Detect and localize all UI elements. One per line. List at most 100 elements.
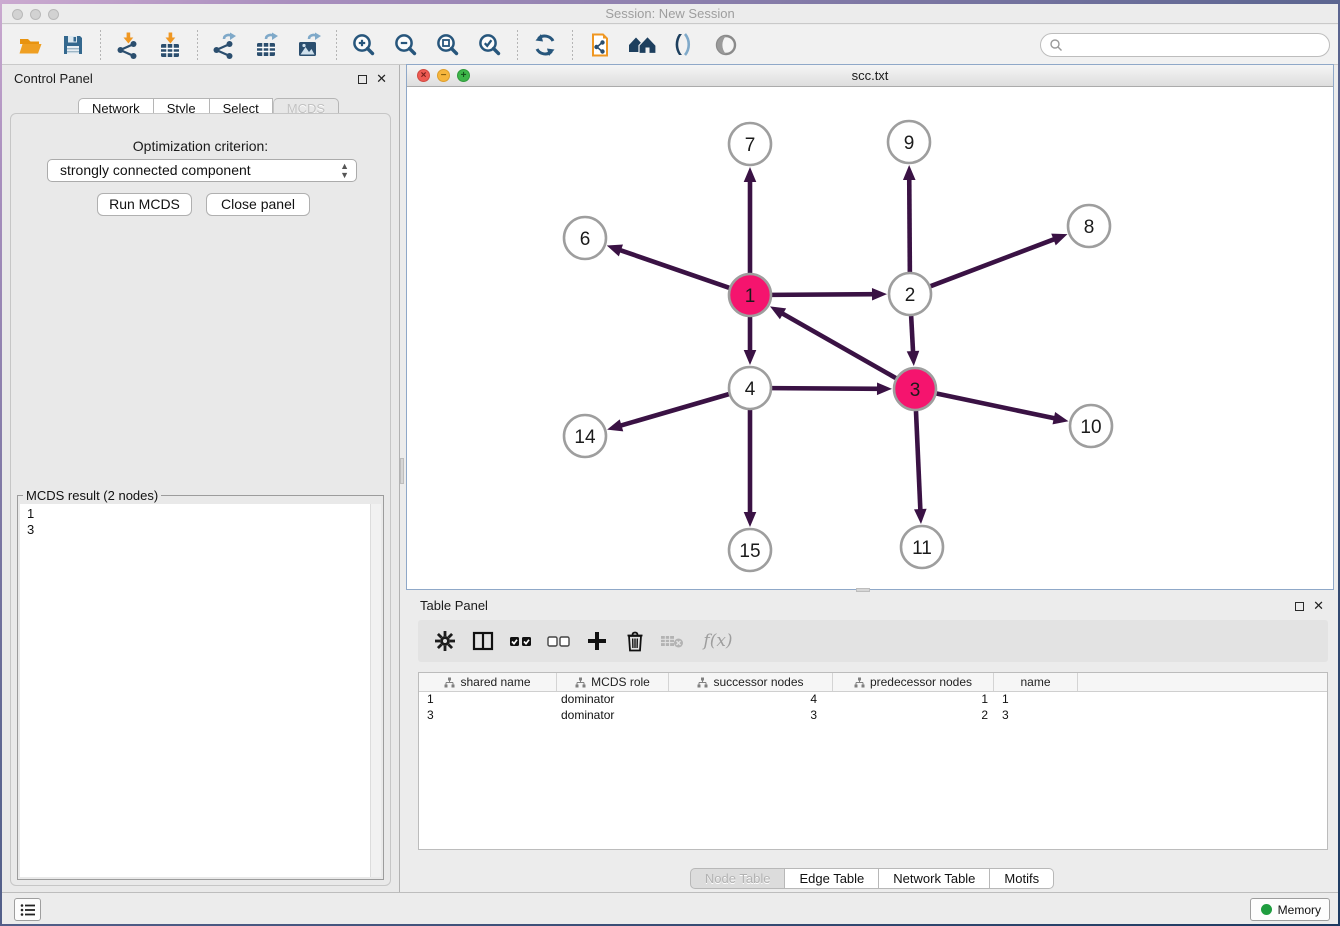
- memory-status-button[interactable]: Memory: [1250, 898, 1330, 921]
- edge-arrowhead: [872, 288, 887, 301]
- graph-edge[interactable]: [780, 312, 895, 378]
- tab-node-table[interactable]: Node Table: [690, 868, 786, 889]
- run-mcds-button[interactable]: Run MCDS: [97, 193, 192, 216]
- show-column-icon[interactable]: [470, 629, 496, 653]
- import-table-from-file-icon[interactable]: [155, 31, 185, 59]
- status-bar: Memory: [2, 892, 1338, 924]
- edge-arrowhead: [744, 512, 757, 527]
- save-session-icon[interactable]: [58, 31, 88, 59]
- attribute-icon: [575, 677, 586, 688]
- export-table-icon[interactable]: [252, 31, 282, 59]
- column-header-name[interactable]: name: [994, 673, 1078, 691]
- criterion-value: strongly connected component: [60, 162, 251, 178]
- zoom-fit-icon[interactable]: [433, 31, 463, 59]
- edge-arrowhead: [744, 350, 757, 365]
- copy-network-view-icon[interactable]: [585, 31, 615, 59]
- node-label: 1: [745, 286, 756, 307]
- network-canvas[interactable]: 7968124314101511: [407, 87, 1333, 589]
- vertical-splitter-handle[interactable]: [400, 458, 404, 484]
- edge-arrowhead: [607, 419, 623, 431]
- table-row[interactable]: 1dominator411: [419, 692, 1327, 708]
- graph-svg[interactable]: 7968124314101511: [407, 87, 1333, 589]
- table-cell: 3: [669, 708, 833, 724]
- table-tabs: Node Table Edge Table Network Table Moti…: [406, 868, 1338, 889]
- unselect-all-icon[interactable]: [546, 629, 572, 653]
- result-line: 1: [27, 506, 381, 522]
- toolbar-separator: [197, 30, 198, 60]
- node-label: 7: [745, 135, 756, 156]
- graph-edge[interactable]: [909, 177, 910, 272]
- float-panel-icon[interactable]: [358, 75, 367, 84]
- list-icon: [20, 903, 36, 917]
- open-session-icon[interactable]: [16, 31, 46, 59]
- close-panel-button[interactable]: Close panel: [206, 193, 310, 216]
- table-body: 1dominator4113dominator323: [419, 692, 1327, 724]
- graph-edge[interactable]: [937, 394, 1057, 419]
- edge-arrowhead: [903, 165, 916, 180]
- float-table-panel-icon[interactable]: [1295, 602, 1304, 611]
- mcds-result-text[interactable]: 1 3: [20, 504, 381, 877]
- table-cell: dominator: [557, 692, 669, 708]
- main-toolbar: [2, 25, 1338, 65]
- column-header-predecessor-nodes[interactable]: predecessor nodes: [833, 673, 994, 691]
- node-label: 11: [912, 538, 932, 559]
- table-cell: 4: [669, 692, 833, 708]
- table-cell: 1: [833, 692, 994, 708]
- graph-edge[interactable]: [931, 238, 1057, 286]
- refresh-icon[interactable]: [530, 31, 560, 59]
- add-row-icon[interactable]: [584, 629, 610, 653]
- zoom-out-icon[interactable]: [391, 31, 421, 59]
- graph-edge[interactable]: [916, 411, 920, 512]
- graph-edge[interactable]: [618, 249, 729, 287]
- graph-edge[interactable]: [911, 316, 913, 354]
- fx-label: f(x): [703, 631, 732, 651]
- column-header-MCDS-role[interactable]: MCDS role: [557, 673, 669, 691]
- export-image-icon[interactable]: [294, 31, 324, 59]
- show-graphics-details-icon[interactable]: [669, 31, 699, 59]
- zoom-selected-icon[interactable]: [475, 31, 505, 59]
- function-builder-icon-disabled: f(x): [698, 629, 738, 653]
- delete-row-trash-icon[interactable]: [622, 629, 648, 653]
- eye-icon[interactable]: [711, 31, 741, 59]
- search-field: [1040, 33, 1330, 57]
- window-titlebar: Session: New Session: [2, 4, 1338, 24]
- close-panel-icon[interactable]: ✕: [376, 71, 387, 87]
- node-label: 15: [739, 541, 760, 562]
- network-view-window: × − + scc.txt 7968124314101511: [406, 64, 1334, 590]
- column-header-successor-nodes[interactable]: successor nodes: [669, 673, 833, 691]
- table-cell: 1: [994, 692, 1078, 708]
- table-header-row: shared name MCDS role successor nodes prede…: [419, 673, 1327, 692]
- column-label: predecessor nodes: [870, 675, 972, 689]
- memory-label: Memory: [1278, 903, 1321, 917]
- criterion-select[interactable]: strongly connected component ▲▼: [47, 159, 357, 182]
- edge-arrowhead: [877, 382, 892, 395]
- column-header-shared-name[interactable]: shared name: [419, 673, 557, 691]
- tab-edge-table[interactable]: Edge Table: [785, 868, 879, 889]
- tab-motifs[interactable]: Motifs: [990, 868, 1054, 889]
- node-label: 14: [574, 427, 596, 448]
- zoom-in-icon[interactable]: [349, 31, 379, 59]
- table-panel: Table Panel ✕: [406, 592, 1338, 890]
- export-network-icon[interactable]: [210, 31, 240, 59]
- table-settings-gear-icon[interactable]: [432, 629, 458, 653]
- home-icon[interactable]: [627, 31, 657, 59]
- mcds-result-group: MCDS result (2 nodes) 1 3: [17, 495, 384, 880]
- graph-edge[interactable]: [619, 394, 729, 426]
- graph-edge[interactable]: [772, 388, 880, 389]
- attribute-icon: [444, 677, 455, 688]
- search-input[interactable]: [1063, 36, 1329, 54]
- select-all-icon[interactable]: [508, 629, 534, 653]
- column-label: MCDS role: [591, 675, 650, 689]
- result-line: 3: [27, 522, 381, 538]
- graph-edge[interactable]: [772, 294, 875, 295]
- import-network-from-file-icon[interactable]: [113, 31, 143, 59]
- tab-network-table[interactable]: Network Table: [879, 868, 990, 889]
- network-view-title: scc.txt: [407, 65, 1333, 87]
- show-log-console-button[interactable]: [14, 898, 41, 921]
- edge-arrowhead: [1053, 412, 1069, 424]
- table-row[interactable]: 3dominator323: [419, 708, 1327, 724]
- delete-column-icon-disabled: [660, 629, 686, 653]
- close-table-panel-icon[interactable]: ✕: [1313, 598, 1324, 614]
- edge-arrowhead: [607, 244, 623, 256]
- result-scrollbar[interactable]: [370, 504, 381, 877]
